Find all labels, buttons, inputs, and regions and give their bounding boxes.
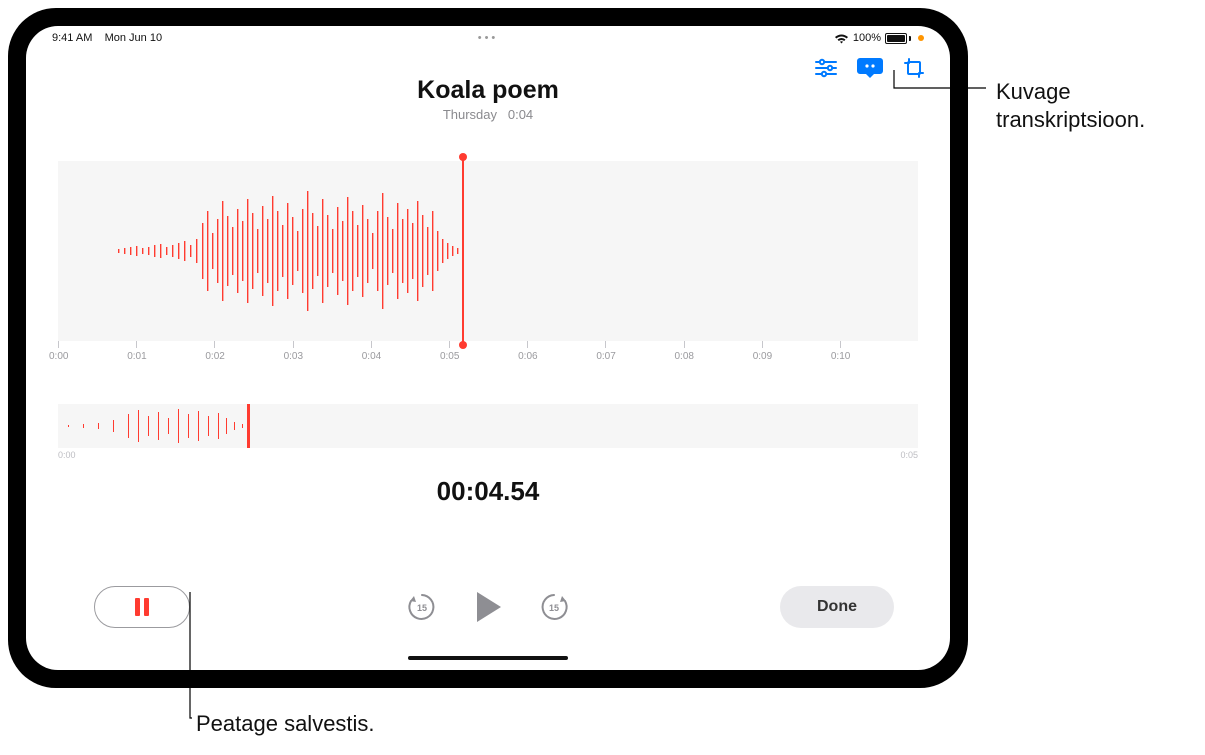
callout-pause: Peatage salvestis. bbox=[196, 710, 375, 738]
callout-transcript: Kuvage transkriptsioon. bbox=[996, 78, 1205, 133]
